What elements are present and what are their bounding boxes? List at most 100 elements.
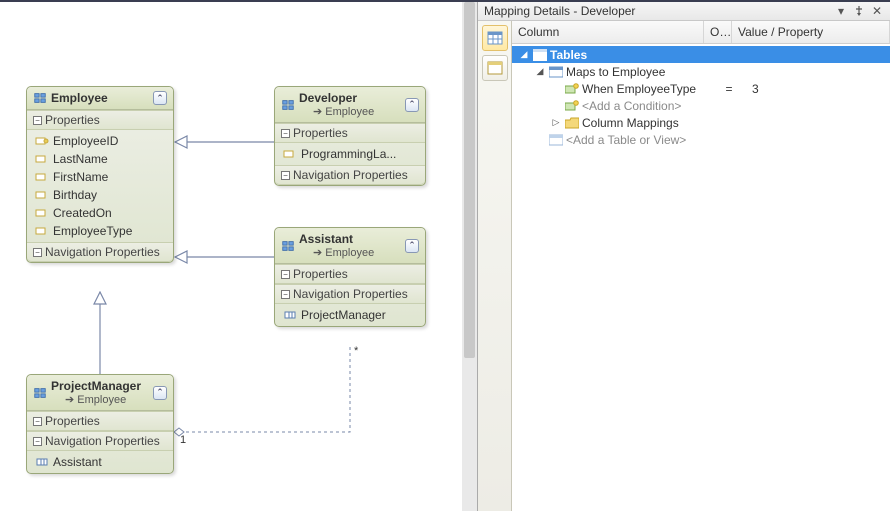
tables-icon [532, 48, 547, 62]
property-icon [35, 153, 49, 165]
panel-title-text: Mapping Details - Developer [484, 4, 635, 18]
scrollbar-thumb[interactable] [464, 2, 475, 358]
vertical-scrollbar[interactable] [462, 2, 477, 511]
entity-title: ProjectManager [51, 379, 149, 393]
property-list: ProgrammingLa... [275, 143, 425, 165]
column-header-operator[interactable]: O.. [704, 21, 732, 43]
property-icon [35, 225, 49, 237]
section-label: Navigation Properties [45, 434, 160, 448]
collapse-toggle-icon[interactable]: − [33, 116, 42, 125]
base-type: ➔ Employee [313, 246, 401, 259]
collapse-toggle-icon[interactable]: − [33, 417, 42, 426]
entity-projectmanager[interactable]: ProjectManager ➔ Employee ⌃ − Properties… [26, 374, 174, 474]
nav-properties-header[interactable]: − Navigation Properties [27, 431, 173, 451]
multiplicity-asst: * [354, 345, 358, 357]
property-list: EmployeeID LastName FirstName Birthday C… [27, 130, 173, 242]
panel-side-tabs [478, 21, 512, 511]
nav-list: ProjectManager [275, 304, 425, 326]
condition-label: When EmployeeType [582, 82, 696, 96]
close-icon[interactable]: ✕ [870, 4, 884, 18]
properties-header[interactable]: − Properties [27, 110, 173, 130]
diagram-canvas[interactable]: 1 * Employee ⌃ − Properties EmployeeID [0, 2, 478, 511]
entity-icon [33, 91, 47, 105]
table-icon [548, 65, 563, 79]
property-icon [283, 148, 297, 160]
property-item[interactable]: FirstName [27, 168, 173, 186]
property-item[interactable]: Birthday [27, 186, 173, 204]
nav-property-item[interactable]: ProjectManager [275, 306, 425, 324]
property-item[interactable]: EmployeeType [27, 222, 173, 240]
section-label: Properties [293, 126, 348, 140]
properties-header[interactable]: − Properties [275, 264, 425, 284]
collapse-toggle-icon[interactable]: − [281, 270, 290, 279]
chevron-up-icon[interactable]: ⌃ [153, 386, 167, 400]
nav-properties-header[interactable]: − Navigation Properties [275, 284, 425, 304]
properties-header[interactable]: − Properties [275, 123, 425, 143]
entity-employee[interactable]: Employee ⌃ − Properties EmployeeID LastN… [26, 86, 174, 263]
nav-property-icon [35, 456, 49, 468]
mapping-tree: ◢ Tables ◢ Maps to Employee When Employe… [512, 44, 890, 150]
collapse-toggle-icon[interactable]: − [281, 171, 290, 180]
collapse-toggle-icon[interactable]: − [33, 437, 42, 446]
entity-assistant[interactable]: Assistant ➔ Employee ⌃ − Properties − Na… [274, 227, 426, 327]
property-item[interactable]: LastName [27, 150, 173, 168]
mapping-details-panel: Mapping Details - Developer ▾ ✕ Column O… [478, 2, 890, 511]
entity-header[interactable]: ProjectManager ➔ Employee ⌃ [27, 375, 173, 411]
entity-title: Developer [299, 91, 401, 105]
entity-icon [281, 239, 295, 253]
condition-value[interactable]: 3 [746, 82, 886, 96]
chevron-up-icon[interactable]: ⌃ [405, 239, 419, 253]
tree-node-maps-to[interactable]: ◢ Maps to Employee [512, 63, 890, 80]
property-item[interactable]: CreatedOn [27, 204, 173, 222]
add-condition-placeholder: <Add a Condition> [582, 99, 681, 113]
section-label: Navigation Properties [45, 245, 160, 259]
entity-developer[interactable]: Developer ➔ Employee ⌃ − Properties Prog… [274, 86, 426, 186]
main-container: 1 * Employee ⌃ − Properties EmployeeID [0, 2, 890, 511]
property-item[interactable]: EmployeeID [27, 132, 173, 150]
column-header-column[interactable]: Column [512, 21, 704, 43]
section-label: Properties [45, 414, 100, 428]
panel-titlebar[interactable]: Mapping Details - Developer ▾ ✕ [478, 2, 890, 21]
tab-functions-icon[interactable] [482, 55, 508, 81]
property-icon [35, 207, 49, 219]
nav-properties-header[interactable]: − Navigation Properties [275, 165, 425, 185]
nav-properties-header[interactable]: − Navigation Properties [27, 242, 173, 262]
expand-icon[interactable]: ◢ [519, 50, 529, 60]
entity-header[interactable]: Assistant ➔ Employee ⌃ [275, 228, 425, 264]
expand-icon[interactable]: ▷ [551, 118, 561, 128]
tree-label: Maps to Employee [566, 65, 665, 79]
tab-tables-icon[interactable] [482, 25, 508, 51]
condition-icon [564, 82, 579, 96]
tree-node-condition[interactable]: When EmployeeType = 3 [512, 80, 890, 97]
properties-header[interactable]: − Properties [27, 411, 173, 431]
entity-header[interactable]: Employee ⌃ [27, 87, 173, 110]
tree-node-add-condition[interactable]: <Add a Condition> [512, 97, 890, 114]
entity-title: Assistant [299, 232, 401, 246]
base-type: ➔ Employee [65, 393, 149, 406]
section-label: Navigation Properties [293, 287, 408, 301]
chevron-up-icon[interactable]: ⌃ [405, 98, 419, 112]
nav-property-icon [283, 309, 297, 321]
entity-header[interactable]: Developer ➔ Employee ⌃ [275, 87, 425, 123]
key-property-icon [35, 135, 49, 147]
collapse-toggle-icon[interactable]: − [33, 248, 42, 257]
nav-list: Assistant [27, 451, 173, 473]
pin-icon[interactable] [852, 4, 866, 18]
tree-node-tables[interactable]: ◢ Tables [512, 46, 890, 63]
folder-icon [564, 116, 579, 130]
condition-operator[interactable]: = [715, 82, 743, 96]
expand-icon[interactable]: ◢ [535, 67, 545, 77]
property-item[interactable]: ProgrammingLa... [275, 145, 425, 163]
nav-property-item[interactable]: Assistant [27, 453, 173, 471]
add-table-placeholder: <Add a Table or View> [566, 133, 686, 147]
chevron-up-icon[interactable]: ⌃ [153, 91, 167, 105]
tree-node-column-mappings[interactable]: ▷ Column Mappings [512, 114, 890, 131]
column-header-value[interactable]: Value / Property [732, 21, 890, 43]
tree-node-add-table[interactable]: <Add a Table or View> [512, 131, 890, 148]
dropdown-icon[interactable]: ▾ [834, 4, 848, 18]
collapse-toggle-icon[interactable]: − [281, 129, 290, 138]
collapse-toggle-icon[interactable]: − [281, 290, 290, 299]
multiplicity-pm: 1 [180, 434, 186, 446]
table-icon [548, 133, 563, 147]
mapping-grid: Column O.. Value / Property ◢ Tables ◢ M… [512, 21, 890, 511]
